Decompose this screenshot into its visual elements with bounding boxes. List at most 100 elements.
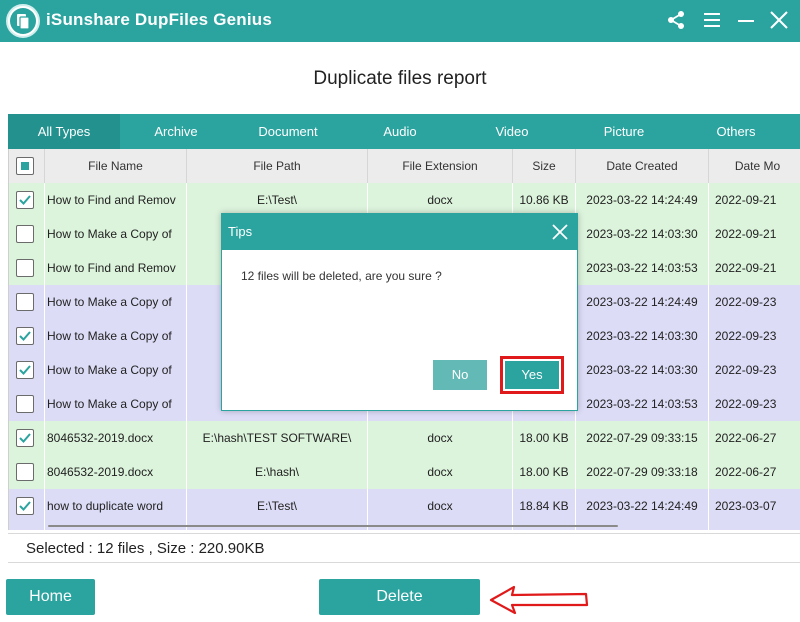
select-all-cell (9, 149, 45, 183)
selection-summary: Selected : 12 files , Size : 220.90KB (26, 540, 265, 557)
scrollbar-track[interactable] (48, 525, 618, 527)
column-header-date-created[interactable]: Date Created (576, 149, 709, 183)
dialog-header: Tips (222, 214, 577, 250)
checkbox-cell (9, 353, 45, 387)
checkbox-cell (9, 319, 45, 353)
tab-others[interactable]: Others (680, 114, 792, 149)
date-created-cell: 2023-03-22 14:24:49 (576, 183, 709, 217)
delete-button[interactable]: Delete (319, 579, 480, 615)
table-row[interactable]: 8046532-2019.docx E:\hash\ docx 18.00 KB 202… (9, 455, 800, 489)
close-icon[interactable] (766, 7, 792, 33)
date-modified-cell: 2022-06-27 (709, 455, 800, 489)
app-title: iSunshare DupFiles Genius (46, 10, 273, 29)
size-cell: 18.00 KB (513, 421, 576, 455)
tab-video[interactable]: Video (456, 114, 568, 149)
date-created-cell: 2023-03-22 14:03:30 (576, 217, 709, 251)
confirm-delete-dialog: Tips 12 files will be deleted, are you s… (221, 213, 578, 411)
file-name-cell: How to Make a Copy of (45, 217, 187, 251)
column-header-file-extension[interactable]: File Extension (368, 149, 513, 183)
table-header: File Name File Path File Extension Size … (9, 149, 800, 183)
date-modified-cell: 2022-09-23 (709, 285, 800, 319)
yes-button[interactable]: Yes (505, 361, 559, 389)
row-checkbox[interactable] (16, 225, 34, 243)
file-name-cell: 8046532-2019.docx (45, 421, 187, 455)
tab-audio[interactable]: Audio (344, 114, 456, 149)
row-checkbox[interactable] (16, 361, 34, 379)
file-name-cell: How to Make a Copy of (45, 387, 187, 421)
red-arrow-annotation-icon (489, 585, 589, 615)
date-created-cell: 2023-03-22 14:03:30 (576, 319, 709, 353)
file-extension-cell: docx (368, 421, 513, 455)
select-all-checkbox[interactable] (16, 157, 34, 175)
date-created-cell: 2022-07-29 09:33:15 (576, 421, 709, 455)
tab-archive[interactable]: Archive (120, 114, 232, 149)
tab-all-types[interactable]: All Types (8, 114, 120, 149)
file-extension-cell: docx (368, 455, 513, 489)
menu-icon[interactable] (699, 7, 725, 33)
column-header-file-name[interactable]: File Name (45, 149, 187, 183)
minimize-icon[interactable] (733, 7, 759, 33)
date-created-cell: 2023-03-22 14:24:49 (576, 489, 709, 523)
date-modified-cell: 2022-09-23 (709, 353, 800, 387)
table-row[interactable]: how to duplicate word E:\Test\ docx 18.84 K… (9, 489, 800, 523)
no-button[interactable]: No (433, 360, 487, 390)
file-name-cell: How to Make a Copy of (45, 285, 187, 319)
type-tabs: All Types Archive Document Audio Video P… (8, 114, 800, 149)
file-name-cell: 8046532-2019.docx (45, 455, 187, 489)
date-created-cell: 2023-03-22 14:24:49 (576, 285, 709, 319)
checkbox-cell (9, 183, 45, 217)
file-name-cell: How to Make a Copy of (45, 319, 187, 353)
app-logo-icon (6, 4, 40, 38)
date-modified-cell: 2022-09-21 (709, 217, 800, 251)
column-header-file-path[interactable]: File Path (187, 149, 368, 183)
checkbox-cell (9, 489, 45, 523)
horizontal-scrollbar[interactable] (8, 520, 800, 530)
row-checkbox[interactable] (16, 429, 34, 447)
checkbox-cell (9, 455, 45, 489)
home-button[interactable]: Home (6, 579, 95, 615)
checkbox-cell (9, 285, 45, 319)
date-modified-cell: 2022-09-21 (709, 183, 800, 217)
file-path-cell: E:\Test\ (187, 183, 368, 217)
file-name-cell: how to duplicate word (45, 489, 187, 523)
file-name-cell: How to Find and Remov (45, 183, 187, 217)
report-title: Duplicate files report (313, 68, 487, 89)
file-extension-cell: docx (368, 183, 513, 217)
row-checkbox[interactable] (16, 463, 34, 481)
share-icon[interactable] (663, 7, 689, 33)
table-row[interactable]: 8046532-2019.docx E:\hash\TEST SOFTWARE\ d… (9, 421, 800, 455)
date-modified-cell: 2022-09-21 (709, 251, 800, 285)
table-row[interactable]: How to Find and Remov E:\Test\ docx 10.86 K… (9, 183, 800, 217)
date-created-cell: 2022-07-29 09:33:18 (576, 455, 709, 489)
file-path-cell: E:\hash\ (187, 455, 368, 489)
file-path-cell: E:\hash\TEST SOFTWARE\ (187, 421, 368, 455)
yes-button-highlight: Yes (500, 356, 564, 394)
dialog-close-icon[interactable] (549, 221, 571, 243)
checkbox-cell (9, 217, 45, 251)
row-checkbox[interactable] (16, 259, 34, 277)
row-checkbox[interactable] (16, 497, 34, 515)
size-cell: 18.00 KB (513, 455, 576, 489)
date-modified-cell: 2022-06-27 (709, 421, 800, 455)
file-extension-cell: docx (368, 489, 513, 523)
row-checkbox[interactable] (16, 327, 34, 345)
status-bar: Selected : 12 files , Size : 220.90KB (8, 533, 800, 563)
column-header-size[interactable]: Size (513, 149, 576, 183)
file-path-cell: E:\Test\ (187, 489, 368, 523)
row-checkbox[interactable] (16, 395, 34, 413)
checkbox-cell (9, 251, 45, 285)
tab-document[interactable]: Document (232, 114, 344, 149)
row-checkbox[interactable] (16, 191, 34, 209)
tab-picture[interactable]: Picture (568, 114, 680, 149)
column-header-date-modified[interactable]: Date Mo (709, 149, 800, 183)
size-cell: 10.86 KB (513, 183, 576, 217)
checkbox-cell (9, 387, 45, 421)
dialog-title: Tips (228, 224, 253, 239)
date-modified-cell: 2022-09-23 (709, 319, 800, 353)
date-created-cell: 2023-03-22 14:03:53 (576, 387, 709, 421)
file-name-cell: How to Find and Remov (45, 251, 187, 285)
checkbox-cell (9, 421, 45, 455)
title-bar: iSunshare DupFiles Genius (0, 0, 800, 42)
row-checkbox[interactable] (16, 293, 34, 311)
date-modified-cell: 2023-03-07 (709, 489, 800, 523)
